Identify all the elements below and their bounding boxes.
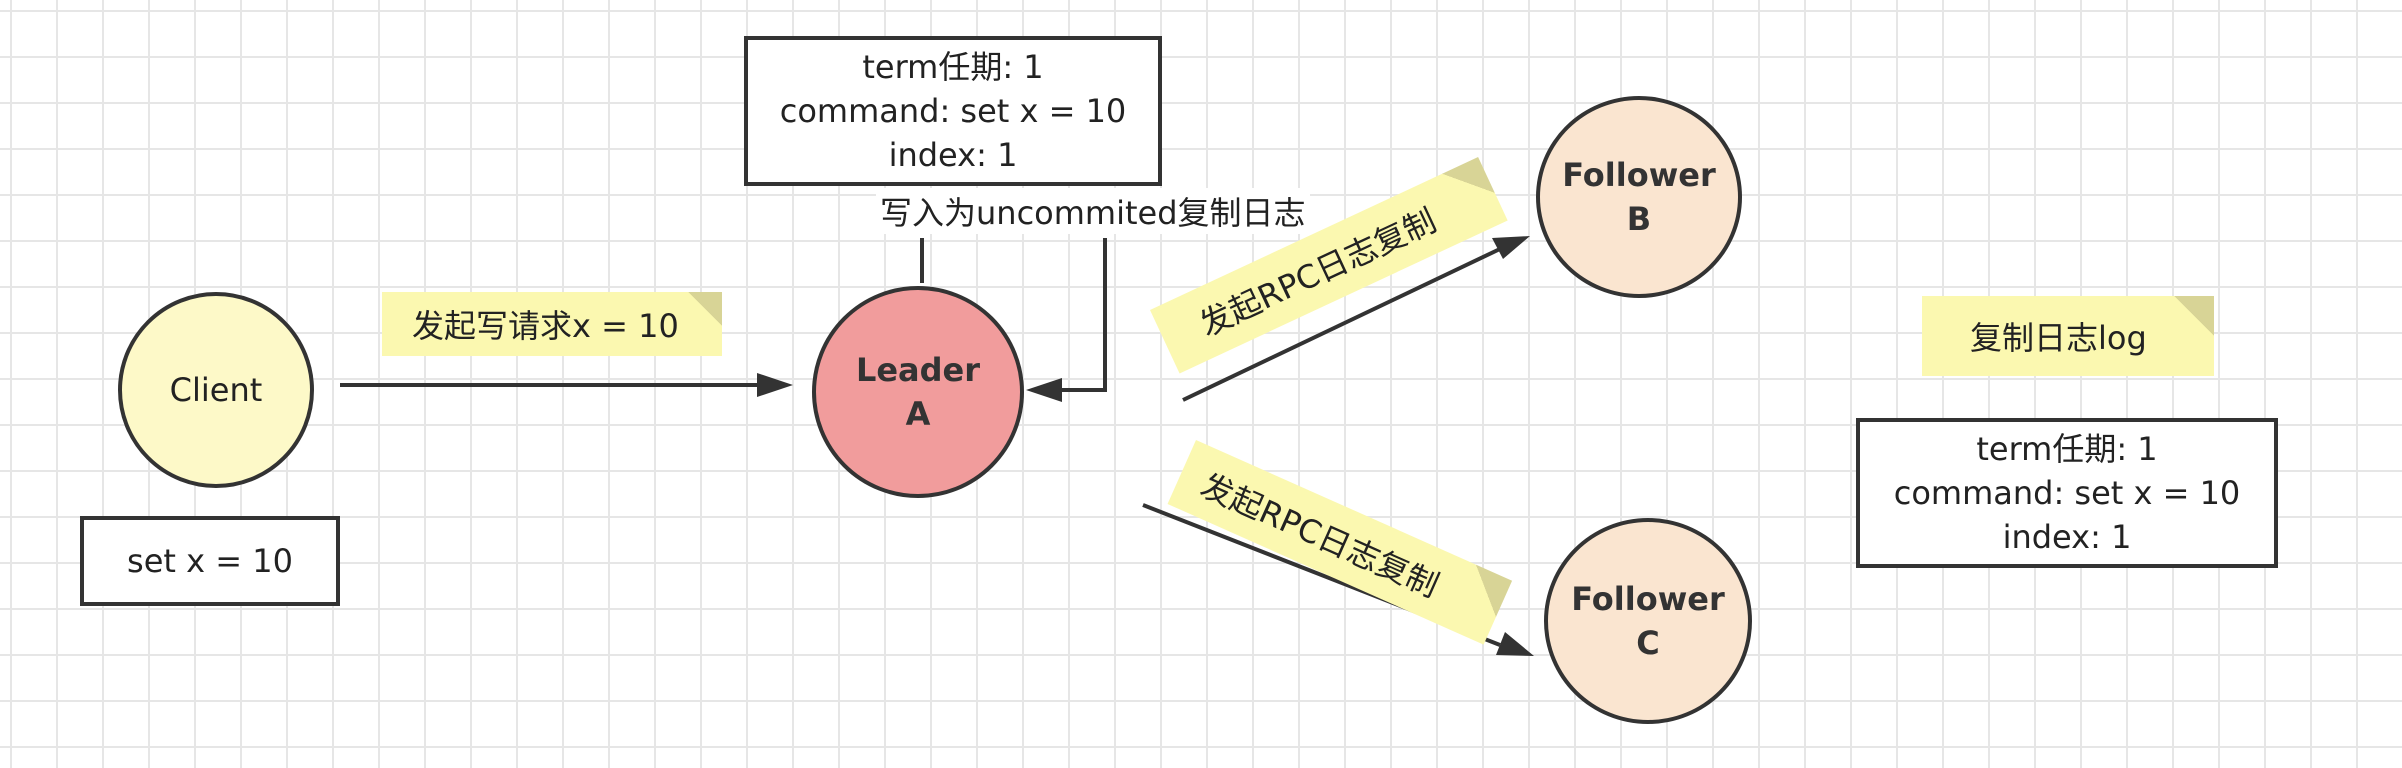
follower-b-node: Follower B (1536, 96, 1742, 298)
log-box-elbow-arrowhead (1026, 378, 1062, 402)
leader-to-follower-b-arrowhead (1492, 236, 1530, 259)
replicated-log-index: index: 1 (2002, 518, 2132, 556)
client-command-box: set x = 10 (80, 516, 340, 606)
follower-b-label: Follower (1562, 156, 1716, 194)
client-to-leader-arrowhead (757, 373, 793, 397)
client-command-text: set x = 10 (127, 542, 293, 580)
write-request-note: 发起写请求x = 10 (382, 292, 722, 356)
write-uncommitted-label: 写入为uncommited复制日志 (876, 188, 1310, 234)
leader-label: Leader (855, 351, 981, 389)
follower-b-id: B (1626, 200, 1652, 238)
follower-c-label: Follower (1571, 580, 1725, 618)
replicated-log-box: term任期: 1 command: set x = 10 index: 1 (1856, 418, 2278, 568)
leader-id: A (905, 395, 931, 433)
follower-c-id: C (1636, 624, 1660, 662)
log-box-elbow-connector (1060, 238, 1107, 392)
leader-log-box: term任期: 1 command: set x = 10 index: 1 (744, 36, 1162, 186)
leader-log-term: term任期: 1 (862, 48, 1044, 86)
replicated-log-command: command: set x = 10 (1893, 474, 2241, 512)
connectors-layer (340, 236, 1534, 656)
leader-log-command: command: set x = 10 (779, 92, 1127, 130)
write-request-note-text: 发起写请求x = 10 (412, 307, 679, 345)
replicated-log-note-text: 复制日志log (1970, 319, 2147, 357)
client-node: Client (118, 292, 314, 488)
client-label: Client (169, 371, 263, 409)
leader-to-follower-c-arrowhead (1496, 632, 1534, 656)
diagram-canvas: Client set x = 10 发起写请求x = 10 term任期: 1 … (0, 0, 2402, 768)
replicated-log-note: 复制日志log (1922, 296, 2214, 376)
replicated-log-term: term任期: 1 (1976, 430, 2158, 468)
leader-log-index: index: 1 (888, 136, 1018, 174)
leader-node: Leader A (812, 286, 1024, 498)
follower-c-node: Follower C (1544, 518, 1752, 724)
